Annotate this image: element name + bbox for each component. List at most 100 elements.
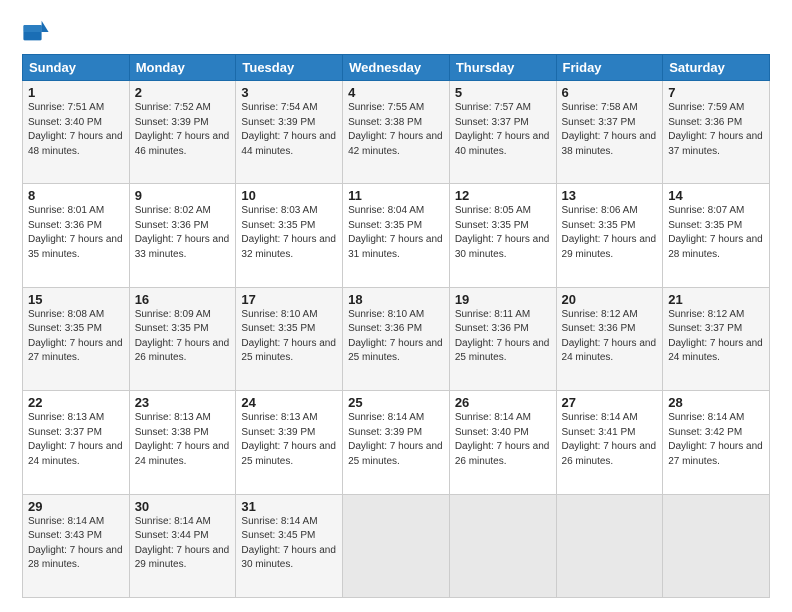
day-number: 22 [28, 395, 124, 410]
calendar-cell: 18 Sunrise: 8:10 AM Sunset: 3:36 PM Dayl… [343, 287, 450, 390]
calendar-week-1: 1 Sunrise: 7:51 AM Sunset: 3:40 PM Dayli… [23, 81, 770, 184]
day-info: Sunrise: 7:59 AM Sunset: 3:36 PM Dayligh… [668, 101, 764, 159]
calendar-cell: 1 Sunrise: 7:51 AM Sunset: 3:40 PM Dayli… [23, 81, 130, 184]
day-number: 11 [348, 188, 444, 203]
day-number: 18 [348, 292, 444, 307]
day-number: 1 [28, 85, 124, 100]
day-info: Sunrise: 7:57 AM Sunset: 3:37 PM Dayligh… [455, 101, 551, 159]
calendar-cell: 19 Sunrise: 8:11 AM Sunset: 3:36 PM Dayl… [449, 287, 556, 390]
calendar-cell: 13 Sunrise: 8:06 AM Sunset: 3:35 PM Dayl… [556, 184, 663, 287]
header-saturday: Saturday [663, 55, 770, 81]
header-wednesday: Wednesday [343, 55, 450, 81]
day-number: 28 [668, 395, 764, 410]
header-friday: Friday [556, 55, 663, 81]
calendar-cell: 9 Sunrise: 8:02 AM Sunset: 3:36 PM Dayli… [129, 184, 236, 287]
day-number: 7 [668, 85, 764, 100]
day-number: 15 [28, 292, 124, 307]
day-number: 17 [241, 292, 337, 307]
day-info: Sunrise: 7:54 AM Sunset: 3:39 PM Dayligh… [241, 101, 337, 159]
day-number: 12 [455, 188, 551, 203]
day-number: 2 [135, 85, 231, 100]
day-info: Sunrise: 7:55 AM Sunset: 3:38 PM Dayligh… [348, 101, 444, 159]
calendar-week-5: 29 Sunrise: 8:14 AM Sunset: 3:43 PM Dayl… [23, 494, 770, 597]
calendar-week-2: 8 Sunrise: 8:01 AM Sunset: 3:36 PM Dayli… [23, 184, 770, 287]
day-info: Sunrise: 8:14 AM Sunset: 3:42 PM Dayligh… [668, 411, 764, 469]
day-number: 13 [562, 188, 658, 203]
header-sunday: Sunday [23, 55, 130, 81]
day-info: Sunrise: 8:05 AM Sunset: 3:35 PM Dayligh… [455, 204, 551, 262]
day-number: 26 [455, 395, 551, 410]
calendar-cell: 24 Sunrise: 8:13 AM Sunset: 3:39 PM Dayl… [236, 391, 343, 494]
day-number: 19 [455, 292, 551, 307]
day-info: Sunrise: 8:14 AM Sunset: 3:43 PM Dayligh… [28, 515, 124, 573]
calendar-cell [449, 494, 556, 597]
day-info: Sunrise: 7:52 AM Sunset: 3:39 PM Dayligh… [135, 101, 231, 159]
day-info: Sunrise: 8:10 AM Sunset: 3:35 PM Dayligh… [241, 308, 337, 366]
calendar-cell: 26 Sunrise: 8:14 AM Sunset: 3:40 PM Dayl… [449, 391, 556, 494]
day-number: 10 [241, 188, 337, 203]
calendar-table: SundayMondayTuesdayWednesdayThursdayFrid… [22, 54, 770, 598]
calendar-week-4: 22 Sunrise: 8:13 AM Sunset: 3:37 PM Dayl… [23, 391, 770, 494]
day-info: Sunrise: 8:12 AM Sunset: 3:36 PM Dayligh… [562, 308, 658, 366]
calendar-cell [663, 494, 770, 597]
calendar-cell: 10 Sunrise: 8:03 AM Sunset: 3:35 PM Dayl… [236, 184, 343, 287]
day-number: 21 [668, 292, 764, 307]
day-number: 6 [562, 85, 658, 100]
day-info: Sunrise: 8:03 AM Sunset: 3:35 PM Dayligh… [241, 204, 337, 262]
day-info: Sunrise: 7:51 AM Sunset: 3:40 PM Dayligh… [28, 101, 124, 159]
day-number: 29 [28, 499, 124, 514]
logo-area [22, 18, 54, 46]
calendar-cell: 3 Sunrise: 7:54 AM Sunset: 3:39 PM Dayli… [236, 81, 343, 184]
calendar-cell: 6 Sunrise: 7:58 AM Sunset: 3:37 PM Dayli… [556, 81, 663, 184]
calendar-header-row: SundayMondayTuesdayWednesdayThursdayFrid… [23, 55, 770, 81]
calendar-cell: 28 Sunrise: 8:14 AM Sunset: 3:42 PM Dayl… [663, 391, 770, 494]
calendar-cell: 15 Sunrise: 8:08 AM Sunset: 3:35 PM Dayl… [23, 287, 130, 390]
calendar-cell: 29 Sunrise: 8:14 AM Sunset: 3:43 PM Dayl… [23, 494, 130, 597]
calendar-cell: 20 Sunrise: 8:12 AM Sunset: 3:36 PM Dayl… [556, 287, 663, 390]
day-info: Sunrise: 8:07 AM Sunset: 3:35 PM Dayligh… [668, 204, 764, 262]
day-info: Sunrise: 8:14 AM Sunset: 3:41 PM Dayligh… [562, 411, 658, 469]
logo-icon [22, 18, 50, 46]
calendar-cell [343, 494, 450, 597]
calendar-cell: 22 Sunrise: 8:13 AM Sunset: 3:37 PM Dayl… [23, 391, 130, 494]
day-info: Sunrise: 8:01 AM Sunset: 3:36 PM Dayligh… [28, 204, 124, 262]
calendar-cell: 23 Sunrise: 8:13 AM Sunset: 3:38 PM Dayl… [129, 391, 236, 494]
calendar-cell: 16 Sunrise: 8:09 AM Sunset: 3:35 PM Dayl… [129, 287, 236, 390]
day-number: 3 [241, 85, 337, 100]
day-number: 8 [28, 188, 124, 203]
calendar-cell: 31 Sunrise: 8:14 AM Sunset: 3:45 PM Dayl… [236, 494, 343, 597]
day-number: 30 [135, 499, 231, 514]
calendar-cell: 27 Sunrise: 8:14 AM Sunset: 3:41 PM Dayl… [556, 391, 663, 494]
page: SundayMondayTuesdayWednesdayThursdayFrid… [0, 0, 792, 612]
day-info: Sunrise: 8:08 AM Sunset: 3:35 PM Dayligh… [28, 308, 124, 366]
day-info: Sunrise: 8:13 AM Sunset: 3:38 PM Dayligh… [135, 411, 231, 469]
calendar-cell: 30 Sunrise: 8:14 AM Sunset: 3:44 PM Dayl… [129, 494, 236, 597]
header-tuesday: Tuesday [236, 55, 343, 81]
day-number: 25 [348, 395, 444, 410]
calendar-cell: 17 Sunrise: 8:10 AM Sunset: 3:35 PM Dayl… [236, 287, 343, 390]
calendar-cell: 7 Sunrise: 7:59 AM Sunset: 3:36 PM Dayli… [663, 81, 770, 184]
header-monday: Monday [129, 55, 236, 81]
day-number: 9 [135, 188, 231, 203]
day-number: 31 [241, 499, 337, 514]
day-number: 5 [455, 85, 551, 100]
day-info: Sunrise: 8:13 AM Sunset: 3:39 PM Dayligh… [241, 411, 337, 469]
day-number: 14 [668, 188, 764, 203]
day-info: Sunrise: 8:14 AM Sunset: 3:44 PM Dayligh… [135, 515, 231, 573]
calendar-week-3: 15 Sunrise: 8:08 AM Sunset: 3:35 PM Dayl… [23, 287, 770, 390]
day-number: 27 [562, 395, 658, 410]
header [22, 18, 770, 46]
calendar-cell: 2 Sunrise: 7:52 AM Sunset: 3:39 PM Dayli… [129, 81, 236, 184]
calendar-cell: 25 Sunrise: 8:14 AM Sunset: 3:39 PM Dayl… [343, 391, 450, 494]
day-info: Sunrise: 8:09 AM Sunset: 3:35 PM Dayligh… [135, 308, 231, 366]
day-info: Sunrise: 8:13 AM Sunset: 3:37 PM Dayligh… [28, 411, 124, 469]
calendar-cell: 8 Sunrise: 8:01 AM Sunset: 3:36 PM Dayli… [23, 184, 130, 287]
header-thursday: Thursday [449, 55, 556, 81]
day-number: 16 [135, 292, 231, 307]
day-info: Sunrise: 8:12 AM Sunset: 3:37 PM Dayligh… [668, 308, 764, 366]
day-number: 4 [348, 85, 444, 100]
calendar-cell [556, 494, 663, 597]
day-info: Sunrise: 8:14 AM Sunset: 3:39 PM Dayligh… [348, 411, 444, 469]
day-info: Sunrise: 7:58 AM Sunset: 3:37 PM Dayligh… [562, 101, 658, 159]
day-number: 23 [135, 395, 231, 410]
